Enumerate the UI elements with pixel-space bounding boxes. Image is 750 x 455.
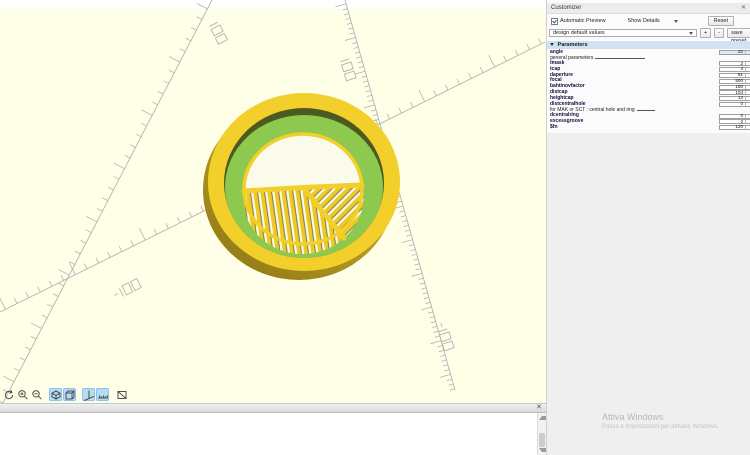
chevron-down-icon bbox=[674, 20, 678, 23]
spinner-arrows-icon[interactable] bbox=[745, 115, 750, 118]
show-axes-icon[interactable] bbox=[82, 388, 95, 401]
customizer-panel: Customizer ✕ Automatic Preview Show Deta… bbox=[546, 0, 750, 455]
parameter-spinbox[interactable]: 13 bbox=[719, 96, 750, 101]
parameter-value[interactable]: 150 bbox=[720, 85, 745, 90]
parameters-header-label: Parameters bbox=[558, 42, 588, 48]
spinner-arrows-icon[interactable] bbox=[745, 62, 750, 65]
preset-combobox[interactable]: design default values bbox=[549, 29, 697, 37]
scrollbar-thumb[interactable] bbox=[539, 433, 545, 447]
parameter-spinbox[interactable]: 2 bbox=[719, 61, 750, 66]
console-output[interactable] bbox=[0, 413, 537, 455]
parameter-spinbox[interactable]: 3 bbox=[719, 67, 750, 72]
bahtinov-mask-model bbox=[203, 93, 400, 280]
show-details-label: Show Details bbox=[628, 18, 660, 24]
show-details-dropdown[interactable]: Show Details bbox=[628, 18, 678, 24]
parameter-value[interactable]: 0 bbox=[720, 114, 745, 119]
automatic-preview-label: Automatic Preview bbox=[560, 18, 606, 24]
parameter-value[interactable]: 0 bbox=[720, 102, 745, 107]
spinner-arrows-icon[interactable] bbox=[745, 97, 750, 100]
orthographic-icon[interactable] bbox=[63, 388, 76, 401]
parameter-list: angle22general parameterstmask2tcap3dape… bbox=[547, 50, 750, 131]
parameter-name: angle bbox=[550, 49, 563, 55]
console-splitter[interactable]: ✕ bbox=[0, 403, 546, 413]
preset-value: design default values bbox=[553, 29, 605, 37]
parameters-section-header[interactable]: Parameters bbox=[547, 41, 750, 49]
parameter-name: distcentralhole bbox=[550, 101, 586, 107]
show-edges-icon[interactable] bbox=[115, 388, 128, 401]
zoom-in-icon[interactable] bbox=[16, 388, 29, 401]
remove-preset-button[interactable]: - bbox=[714, 28, 724, 38]
parameter-name: $fn bbox=[550, 124, 558, 130]
spinner-arrows-icon[interactable] bbox=[745, 103, 750, 106]
3d-scene bbox=[0, 0, 546, 403]
watermark-line2: Passa a Impostazioni per attivare Window… bbox=[602, 423, 718, 431]
windows-activation-watermark: Attiva Windows Passa a Impostazioni per … bbox=[602, 412, 718, 431]
show-scale-markers-icon[interactable] bbox=[96, 388, 109, 401]
save-preset-button[interactable]: save preset... bbox=[727, 28, 750, 38]
parameter-row-fn: $fn 120 bbox=[547, 125, 750, 131]
spinner-arrows-icon[interactable] bbox=[745, 80, 750, 83]
parameter-spinbox[interactable]: 120 bbox=[719, 125, 750, 130]
parameter-value[interactable]: 120 bbox=[720, 125, 745, 130]
console-scrollbar[interactable] bbox=[537, 413, 546, 455]
spinner-arrows-icon[interactable] bbox=[745, 120, 750, 123]
parameter-spinbox[interactable]: 0 bbox=[719, 114, 750, 119]
watermark-line1: Attiva Windows bbox=[602, 412, 718, 423]
parameter-spinbox[interactable]: 104 bbox=[719, 90, 750, 95]
parameter-spinbox[interactable]: 150 bbox=[719, 85, 750, 90]
spinner-arrows-icon[interactable] bbox=[745, 51, 750, 54]
parameter-row-angle: angle 22 bbox=[547, 50, 750, 56]
spinner-arrows-icon[interactable] bbox=[745, 91, 750, 94]
perspective-icon[interactable] bbox=[49, 388, 62, 401]
parameter-row-distcentralhole: distcentralhole 0 bbox=[547, 102, 750, 108]
parameter-value[interactable]: 500 bbox=[720, 79, 745, 84]
add-preset-button[interactable]: + bbox=[700, 28, 711, 38]
spinner-arrows-icon[interactable] bbox=[745, 74, 750, 77]
parameter-spinbox[interactable]: 22 bbox=[719, 50, 750, 55]
collapse-triangle-icon bbox=[550, 43, 554, 46]
spinner-arrows-icon[interactable] bbox=[745, 86, 750, 89]
customizer-titlebar: Customizer ✕ bbox=[547, 3, 750, 14]
3d-viewport[interactable] bbox=[0, 0, 546, 403]
panel-close-icon[interactable]: ✕ bbox=[741, 3, 746, 14]
reset-view-icon[interactable] bbox=[2, 388, 15, 401]
spinner-arrows-icon[interactable] bbox=[745, 126, 750, 129]
zoom-out-icon[interactable] bbox=[30, 388, 43, 401]
parameter-spinbox[interactable]: 0 bbox=[719, 102, 750, 107]
parameter-value[interactable]: 22 bbox=[720, 50, 745, 55]
preset-row: design default values + - save preset... bbox=[549, 28, 750, 38]
customizer-controls: Automatic Preview Show Details Reset bbox=[549, 16, 748, 26]
view-toolbar bbox=[2, 388, 129, 401]
spinner-arrows-icon[interactable] bbox=[745, 68, 750, 71]
reset-button[interactable]: Reset bbox=[708, 16, 734, 26]
chevron-down-icon bbox=[689, 32, 693, 35]
customizer-title: Customizer bbox=[551, 5, 581, 11]
automatic-preview-checkbox[interactable] bbox=[551, 18, 558, 25]
console-close-icon[interactable]: ✕ bbox=[536, 404, 542, 412]
